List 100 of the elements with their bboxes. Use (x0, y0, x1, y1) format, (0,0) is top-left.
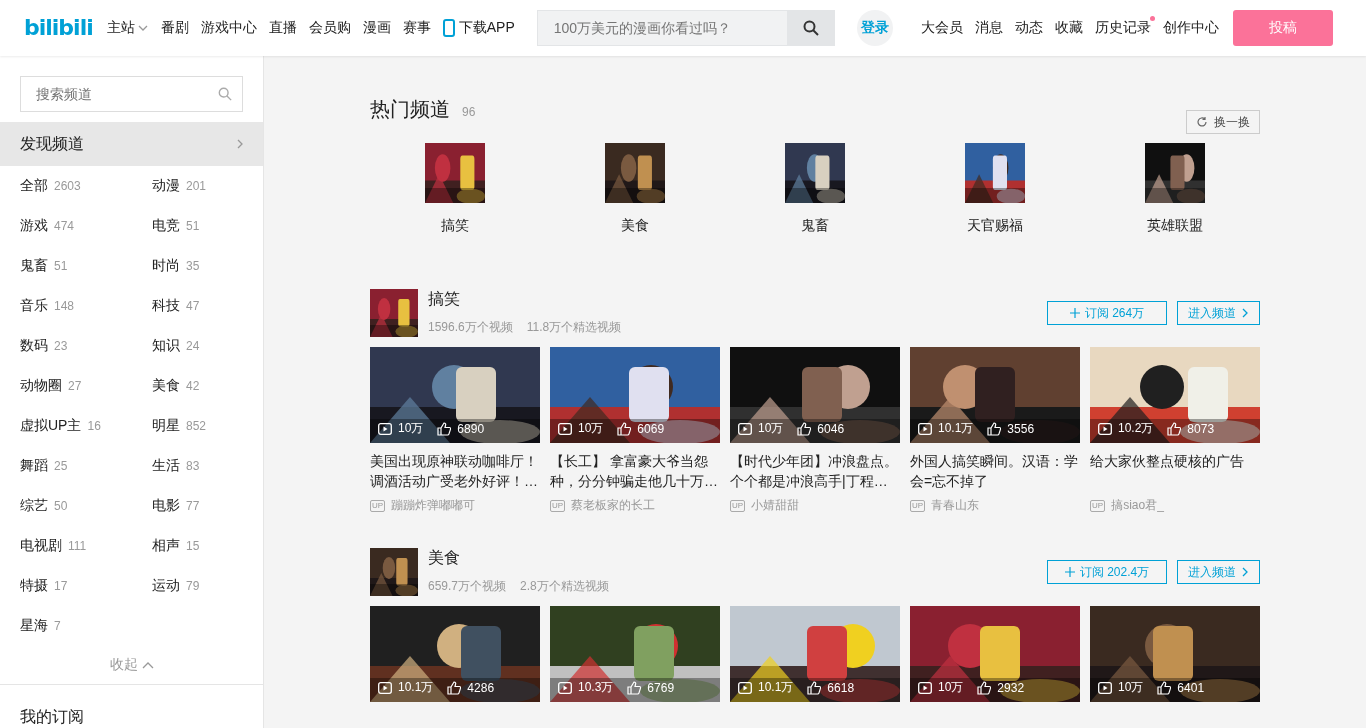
up-badge: UP (550, 499, 566, 512)
category-link[interactable]: 鬼畜 51 (20, 246, 152, 287)
video-title[interactable]: 【长工】 拿富豪大爷当怨种，分分钟骗走他几十万… (550, 451, 720, 491)
category-link[interactable]: 知识 24 (152, 326, 243, 367)
play-count: 10万 (758, 420, 784, 437)
play-count: 10.2万 (1118, 420, 1154, 437)
up-badge: UP (1090, 499, 1106, 512)
channel-link[interactable]: 天官赐福 (967, 217, 1023, 235)
category-link[interactable]: 明星 852 (152, 406, 243, 447)
category-link[interactable]: 时尚 35 (152, 246, 243, 287)
category-link[interactable]: 综艺 50 (20, 486, 152, 527)
nav-link[interactable]: 收藏 (1054, 19, 1083, 37)
thumbs-up-icon (797, 421, 812, 436)
play-count: 10.1万 (758, 679, 794, 696)
channel-link[interactable]: 搞笑 (441, 217, 469, 235)
up-badge: UP (910, 499, 926, 512)
category-link[interactable]: 游戏 474 (20, 206, 152, 247)
play-count: 10万 (578, 420, 604, 437)
like-count: 4286 (467, 680, 495, 695)
video-title[interactable]: 【时代少年团】冲浪盘点。个个都是冲浪高手|丁程… (730, 451, 900, 491)
thumbs-up-icon (977, 680, 992, 695)
play-icon (738, 681, 752, 694)
category-link[interactable]: 动漫 201 (152, 166, 243, 207)
nav-link[interactable]: 大会员 (920, 19, 963, 37)
thumbs-up-icon (447, 680, 462, 695)
section-title: 热门频道 (370, 97, 450, 122)
nav-link[interactable]: 漫画 (362, 19, 391, 37)
channel-name: 搞笑 (428, 289, 461, 309)
category-link[interactable]: 电视剧 111 (20, 526, 152, 567)
video-title[interactable]: 给大家伙整点硬核的广告 (1090, 451, 1260, 491)
channel-count: 96 (462, 105, 476, 119)
category-link[interactable]: 美食 42 (152, 366, 243, 407)
video-title[interactable]: 美国出现原神联动咖啡厅！调酒活动广受老外好评！… (370, 451, 540, 491)
channel-link[interactable]: 美食 (621, 217, 649, 235)
nav-link[interactable]: 直播 (268, 19, 297, 37)
nav-link[interactable]: 创作中心 (1162, 19, 1219, 37)
play-icon (378, 681, 392, 694)
category-link[interactable]: 音乐 148 (20, 286, 152, 327)
category-link[interactable]: 虚拟UP主 16 (20, 406, 152, 447)
category-link[interactable]: 全部 2603 (20, 166, 152, 207)
play-count: 10.1万 (938, 420, 974, 437)
channel-link[interactable]: 英雄联盟 (1147, 217, 1203, 235)
nav-link[interactable]: 主站 (106, 19, 149, 37)
like-count: 6069 (637, 421, 665, 436)
like-count: 6890 (457, 421, 485, 436)
play-icon (558, 681, 572, 694)
category-link[interactable]: 相声 15 (152, 526, 243, 567)
category-link[interactable]: 动物圈 27 (20, 366, 152, 407)
category-link[interactable]: 星海 7 (20, 606, 152, 647)
channel-name: 美食 (428, 548, 461, 568)
discover-item[interactable]: 发现频道 (0, 122, 263, 167)
refresh-button[interactable]: 换一换 (1186, 110, 1260, 134)
thumbs-up-icon (1157, 680, 1172, 695)
search-field[interactable]: 搜索频道 (20, 76, 243, 112)
play-icon (918, 422, 932, 435)
download-link[interactable]: 下载APP (442, 19, 515, 37)
refresh-icon (1196, 116, 1208, 128)
play-icon (1098, 681, 1112, 694)
play-icon (738, 422, 752, 435)
category-link[interactable]: 电竞 51 (152, 206, 243, 247)
category-link[interactable]: 数码 23 (20, 326, 152, 367)
category-link[interactable]: 生活 83 (152, 446, 243, 487)
nav-link[interactable]: 历史记录 (1094, 19, 1151, 37)
video-count: 659.7万个视频 (428, 578, 507, 595)
category-link[interactable]: 电影 77 (152, 486, 243, 527)
play-icon (918, 681, 932, 694)
chevron-right-icon (1241, 307, 1249, 319)
play-count: 10万 (398, 420, 424, 437)
search-button[interactable] (786, 10, 835, 46)
channel-link[interactable]: 鬼畜 (801, 217, 829, 235)
thumbs-up-icon (627, 680, 642, 695)
play-icon (1098, 422, 1112, 435)
category-link[interactable]: 特摄 17 (20, 566, 152, 607)
like-count: 8073 (1187, 421, 1215, 436)
search-field[interactable]: 100万美元的漫画你看过吗？ (536, 10, 787, 46)
nav-link[interactable]: 赛事 (402, 19, 431, 37)
video-title[interactable]: 外国人搞笑瞬间。汉语：学会=忘不掉了 (910, 451, 1080, 491)
nav-link[interactable]: 番剧 (160, 19, 189, 37)
play-count: 10万 (1118, 679, 1144, 696)
play-count: 10万 (938, 679, 964, 696)
play-icon (558, 422, 572, 435)
play-icon (378, 422, 392, 435)
category-link[interactable]: 运动 79 (152, 566, 243, 607)
category-link[interactable]: 科技 47 (152, 286, 243, 327)
featured-count: 2.8万个精选视频 (520, 578, 609, 595)
like-count: 2932 (997, 680, 1025, 695)
video-count: 1596.6万个视频 (428, 319, 513, 336)
nav-link[interactable]: 消息 (974, 19, 1003, 37)
search-icon (802, 20, 819, 36)
plus-icon (1069, 308, 1080, 318)
thumbs-up-icon (437, 421, 452, 436)
like-count: 6046 (817, 421, 845, 436)
phone-icon (442, 19, 455, 37)
up-badge: UP (370, 499, 386, 512)
nav-link[interactable]: 动态 (1014, 19, 1043, 37)
category-link[interactable]: 舞蹈 25 (20, 446, 152, 487)
play-count: 10.3万 (578, 679, 614, 696)
thumbs-up-icon (987, 421, 1002, 436)
nav-link[interactable]: 游戏中心 (200, 19, 257, 37)
nav-link[interactable]: 会员购 (308, 19, 351, 37)
